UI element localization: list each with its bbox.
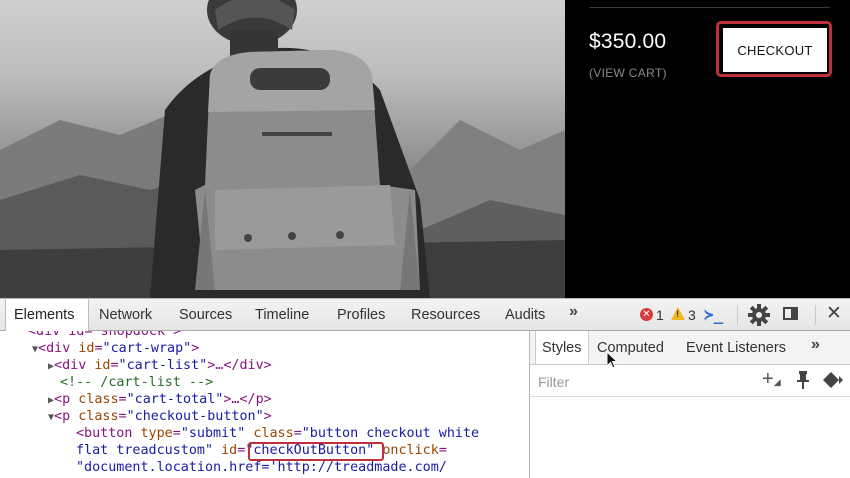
element-state-pin-icon[interactable] xyxy=(796,371,810,389)
tab-timeline[interactable]: Timeline xyxy=(247,299,317,331)
dom-attr-name: type xyxy=(140,426,173,441)
dom-equals: = xyxy=(172,426,181,441)
dom-tag-rest: >…</div> xyxy=(207,358,272,373)
dom-tag-rest: >…</p> xyxy=(223,392,272,407)
dom-equals: = xyxy=(110,358,119,373)
devtools-panel: Elements Network Sources Timeline Profil… xyxy=(0,298,850,478)
backpack-photo-illustration xyxy=(0,0,565,298)
more-tabs-chevron-icon[interactable]: » xyxy=(569,303,578,321)
color-format-toggle-icon[interactable] xyxy=(823,372,845,388)
dom-attr-name: onclick xyxy=(382,443,439,458)
dom-line-cart-total[interactable]: ▶<p class="cart-total">…</p> xyxy=(48,391,272,409)
console-drawer-icon[interactable]: ≻_ xyxy=(704,305,723,324)
dom-tag-close: > xyxy=(263,409,272,424)
dom-attr-value: "cart-list" xyxy=(118,358,208,373)
dom-attr-name: class xyxy=(78,392,119,407)
dom-tag: <button xyxy=(76,426,133,441)
dom-equals: = xyxy=(118,392,127,407)
tab-audits[interactable]: Audits xyxy=(497,299,553,331)
dom-attr-value: "checkout-button" xyxy=(126,409,264,424)
devtools-toolbar: Elements Network Sources Timeline Profil… xyxy=(0,298,850,331)
mouse-cursor-icon xyxy=(607,352,619,369)
dom-line-comment[interactable]: <!-- /cart-list --> xyxy=(60,374,213,391)
filter-row: +◢ xyxy=(530,365,850,397)
tab-event-listeners[interactable]: Event Listeners xyxy=(680,331,792,364)
dom-equals: = xyxy=(438,443,447,458)
error-count[interactable]: 1 xyxy=(656,307,664,323)
toolbar-separator xyxy=(737,305,738,325)
dom-tag: <div xyxy=(38,341,71,356)
dom-attr-value: "cart-wrap" xyxy=(102,341,192,356)
dom-tag: <p xyxy=(54,392,71,407)
sidebar-tabs: Styles Computed Event Listeners » xyxy=(530,331,850,365)
tab-resources[interactable]: Resources xyxy=(403,299,488,331)
cart-summary-panel: $350.00 (VIEW CART) CHECKOUT xyxy=(565,0,850,298)
web-page-viewport: $350.00 (VIEW CART) CHECKOUT xyxy=(0,0,850,298)
styles-sidebar: Styles Computed Event Listeners » +◢ xyxy=(530,331,850,478)
dom-tag: <div xyxy=(54,358,87,373)
dom-attr-name: class xyxy=(78,409,119,424)
warning-count[interactable]: 3 xyxy=(688,307,696,323)
dom-line-cart-list[interactable]: ▶<div id="cart-list">…</div> xyxy=(48,357,272,375)
more-sidebar-tabs-chevron-icon[interactable]: » xyxy=(811,336,820,354)
warning-mark: ! xyxy=(676,309,679,319)
dom-attr-value: "document.location.href='http://treadmad… xyxy=(76,460,447,475)
dom-attr-value: flat treadcustom" xyxy=(76,443,214,458)
view-cart-link[interactable]: (VIEW CART) xyxy=(589,66,667,80)
tab-sources[interactable]: Sources xyxy=(171,299,240,331)
styles-filter-input[interactable] xyxy=(536,371,740,393)
dom-attr-name: id xyxy=(78,341,95,356)
dom-tag-close: > xyxy=(191,341,200,356)
dom-equals: = xyxy=(118,409,127,424)
dom-attr-name: class xyxy=(253,426,294,441)
close-devtools-icon[interactable]: ✕ xyxy=(826,302,842,325)
dom-line-button-open[interactable]: <button type="submit" class="button chec… xyxy=(76,425,479,442)
dom-line-checkout-button-p[interactable]: ▼<p class="checkout-button"> xyxy=(48,408,272,426)
dom-line-cart-wrap[interactable]: ▼<div id="cart-wrap"> xyxy=(32,340,199,358)
settings-gear-icon[interactable] xyxy=(748,304,770,326)
elements-dom-tree: <div id="shopdock"> ▼<div id="cart-wrap"… xyxy=(0,331,529,478)
dom-comment: <!-- /cart-list --> xyxy=(60,375,214,390)
new-style-rule-plus-icon[interactable]: +◢ xyxy=(762,368,781,391)
dom-attr-value: "button checkout white xyxy=(301,426,480,441)
dom-attr-name: id xyxy=(94,358,111,373)
tab-elements[interactable]: Elements xyxy=(5,299,89,331)
tab-network[interactable]: Network xyxy=(91,299,160,331)
tab-profiles[interactable]: Profiles xyxy=(329,299,393,331)
dom-attr-name: id xyxy=(221,443,238,458)
dom-equals: = xyxy=(293,426,302,441)
error-icon[interactable]: ✕ xyxy=(640,308,653,321)
dom-line-onclick[interactable]: "document.location.href='http://treadmad… xyxy=(76,459,447,476)
dock-side-icon[interactable] xyxy=(783,307,798,320)
product-photo xyxy=(0,0,565,298)
cart-divider xyxy=(589,7,830,8)
toolbar-separator xyxy=(815,305,816,325)
tab-styles[interactable]: Styles xyxy=(535,331,589,364)
dom-equals: = xyxy=(94,341,103,356)
dom-attr-value: "submit" xyxy=(180,426,246,441)
cart-total-amount: $350.00 xyxy=(589,30,667,53)
checkout-button[interactable]: CHECKOUT xyxy=(723,28,827,72)
tab-computed[interactable]: Computed xyxy=(591,331,670,364)
dom-tag: <p xyxy=(54,409,71,424)
dom-line-shopdock[interactable]: <div id="shopdock"> xyxy=(28,331,181,340)
dom-tag: <div id="shopdock"> xyxy=(28,331,182,339)
dom-attr-value: "cart-total" xyxy=(126,392,224,407)
id-highlight-box xyxy=(248,442,384,461)
